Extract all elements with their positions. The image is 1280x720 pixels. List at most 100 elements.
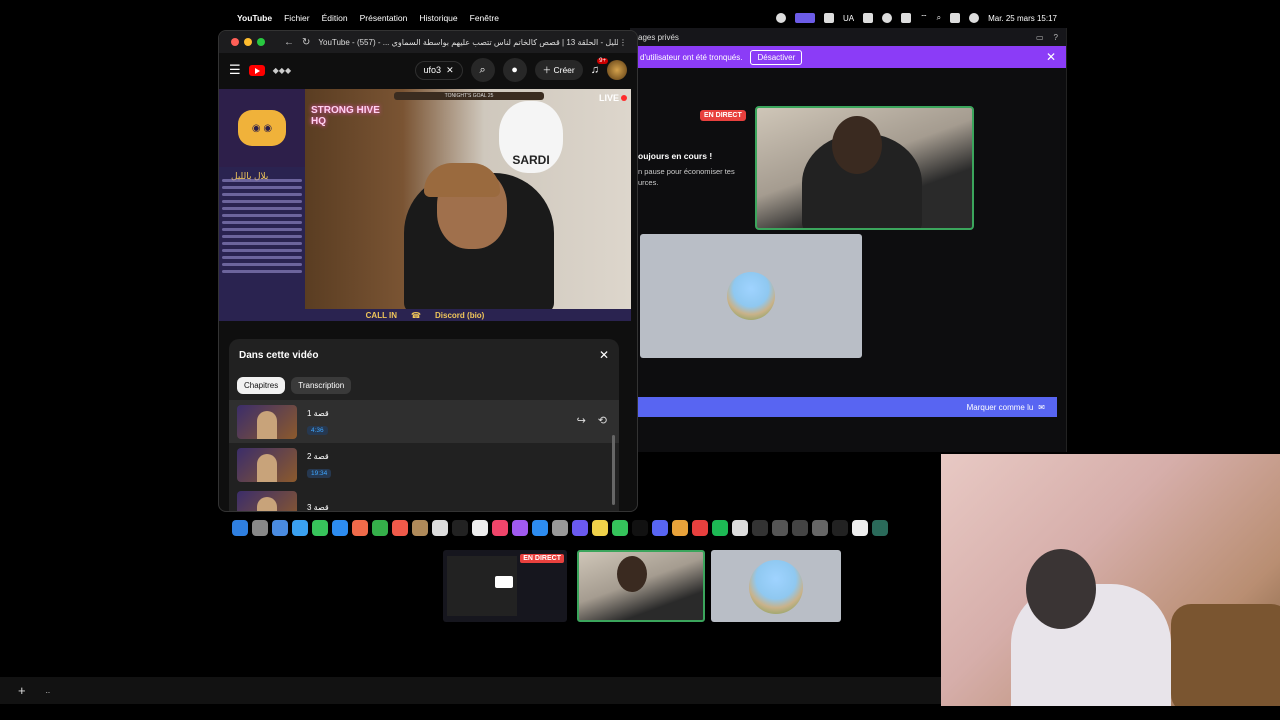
- search-icon[interactable]: ⌕: [470, 58, 495, 82]
- siri-icon[interactable]: [969, 13, 980, 23]
- waves-icon[interactable]: [832, 520, 848, 536]
- participant-head: [617, 556, 647, 592]
- chapter-time[interactable]: 4:36: [307, 425, 328, 435]
- timer-icon[interactable]: [882, 13, 893, 23]
- close-icon[interactable]: ✕: [1046, 50, 1056, 64]
- share-icon[interactable]: ↪: [577, 414, 586, 427]
- menu-app-youtube[interactable]: YouTube: [237, 13, 272, 23]
- search-input[interactable]: ufo3 ✕: [414, 60, 463, 80]
- disable-button[interactable]: Désactiver: [750, 49, 803, 65]
- settings-icon[interactable]: [552, 520, 568, 536]
- messages-icon[interactable]: [312, 520, 328, 536]
- youtube-header: ☰ ◆◆◆ ufo3 ✕ ⌕ ● ＋ Créer ♫ 9+: [219, 53, 637, 87]
- obs-icon[interactable]: [752, 520, 768, 536]
- participant-camera-thumbnail[interactable]: [577, 550, 705, 622]
- minimize-window-button[interactable]: [244, 38, 252, 46]
- notes-icon[interactable]: [412, 520, 428, 536]
- youtube-dock-icon[interactable]: [692, 520, 708, 536]
- maps-icon[interactable]: [352, 520, 368, 536]
- menubar-clock[interactable]: Mar. 25 mars 15:17: [988, 14, 1057, 23]
- appletv-icon[interactable]: [452, 520, 468, 536]
- menu-fichier[interactable]: Fichier: [284, 13, 310, 23]
- tiktok-icon[interactable]: [632, 520, 648, 536]
- music-icon[interactable]: [492, 520, 508, 536]
- chapter-item[interactable]: قصة 1 4:36 ↪ ⟲: [229, 400, 619, 443]
- wifi-icon[interactable]: ⌔: [920, 13, 928, 23]
- menu-fenetre[interactable]: Fenêtre: [470, 13, 499, 23]
- reminders-icon[interactable]: [432, 520, 448, 536]
- menu-edition[interactable]: Édition: [322, 13, 348, 23]
- tab-chapitres[interactable]: Chapitres: [237, 377, 286, 394]
- safari-icon[interactable]: [292, 520, 308, 536]
- battery-icon[interactable]: [901, 13, 912, 23]
- app-a-icon[interactable]: [872, 520, 888, 536]
- facetime-icon[interactable]: [372, 520, 388, 536]
- launchpad-icon[interactable]: [252, 520, 268, 536]
- tab-transcription[interactable]: Transcription: [291, 377, 352, 394]
- finder-icon[interactable]: [232, 520, 248, 536]
- close-window-button[interactable]: [231, 38, 239, 46]
- zoom-window-button[interactable]: [257, 38, 265, 46]
- youtube-logo-icon[interactable]: [248, 64, 265, 76]
- video-player[interactable]: ◉ ◉ بلال بالليل STRONG HIVE HQ TONIGHT'S…: [219, 89, 631, 321]
- discord-dock-icon[interactable]: [652, 520, 668, 536]
- input-language[interactable]: UA: [843, 14, 854, 23]
- record-icon[interactable]: [775, 13, 786, 23]
- hamburger-menu-icon[interactable]: ☰: [229, 62, 241, 78]
- loop-icon[interactable]: ⟲: [598, 414, 607, 427]
- create-button[interactable]: ＋ Créer: [534, 60, 583, 80]
- mark-read-button[interactable]: Marquer comme lu: [967, 403, 1034, 412]
- chapters-scrollbar[interactable]: [612, 435, 615, 505]
- discord-bio-label: Discord (bio): [435, 310, 485, 320]
- screen-share-icon[interactable]: [794, 13, 815, 23]
- clear-search-icon[interactable]: ✕: [446, 65, 454, 76]
- new-messages-bar[interactable]: Marquer comme lu ✉: [638, 397, 1057, 417]
- mail-icon[interactable]: [332, 520, 348, 536]
- live-text: LIVE: [598, 93, 619, 103]
- account-avatar[interactable]: [607, 60, 627, 80]
- monitor-icon: [495, 576, 513, 588]
- camera-tile-participant[interactable]: [755, 106, 974, 230]
- calendar-icon[interactable]: [392, 520, 408, 536]
- call-in-banner: CALL IN ☎ Discord (bio): [219, 309, 631, 321]
- appstore-icon[interactable]: [532, 520, 548, 536]
- podcasts-icon[interactable]: [512, 520, 528, 536]
- inbox-icon[interactable]: ▭: [1036, 33, 1044, 42]
- close-panel-icon[interactable]: ✕: [599, 348, 609, 362]
- avatar-tile-participant[interactable]: [640, 234, 862, 358]
- control-center-icon[interactable]: [950, 13, 961, 23]
- spotify-icon[interactable]: [712, 520, 728, 536]
- voice-search-icon[interactable]: ●: [502, 58, 527, 82]
- photos-icon[interactable]: [272, 520, 288, 536]
- status-subtitle: n pause pour économiser tes urces.: [638, 167, 735, 187]
- whatsapp-icon[interactable]: [612, 520, 628, 536]
- help-icon[interactable]: ?: [1054, 33, 1058, 42]
- chapter-item[interactable]: قصة 3: [229, 486, 619, 511]
- participant-avatar-thumbnail[interactable]: [711, 550, 841, 622]
- notes-yellow-icon[interactable]: [592, 520, 608, 536]
- app-phone-icon[interactable]: [812, 520, 828, 536]
- live-indicator: LIVE: [599, 93, 627, 103]
- app-camera-icon[interactable]: [792, 520, 808, 536]
- spotlight-search-icon[interactable]: ⌕: [937, 13, 941, 23]
- chapter-item[interactable]: قصة 2 19:34: [229, 443, 619, 486]
- notifications-bell-icon[interactable]: ♫ 9+: [591, 58, 608, 76]
- app-pen-icon[interactable]: [852, 520, 868, 536]
- mail-alt-icon[interactable]: [472, 520, 488, 536]
- menu-historique[interactable]: Historique: [419, 13, 457, 23]
- screen-share-thumbnail[interactable]: EN DIRECT: [443, 550, 567, 622]
- more-options-icon[interactable]: ⋮: [619, 38, 637, 47]
- reload-icon[interactable]: ↻: [302, 37, 310, 48]
- menu-presentation[interactable]: Présentation: [360, 13, 408, 23]
- app-gear-icon[interactable]: [772, 520, 788, 536]
- app-status-icon[interactable]: [863, 13, 874, 23]
- chrome-icon[interactable]: [672, 520, 688, 536]
- capcut-icon[interactable]: [732, 520, 748, 536]
- back-arrow-icon[interactable]: ←: [284, 37, 294, 48]
- toolbar-dots[interactable]: ..: [46, 686, 50, 695]
- add-icon[interactable]: +: [18, 683, 26, 698]
- app-icon[interactable]: [572, 520, 588, 536]
- youtube-doodle-icon[interactable]: ◆◆◆: [273, 66, 291, 75]
- extension-icon[interactable]: [823, 13, 834, 23]
- chapter-time[interactable]: 19:34: [307, 468, 332, 478]
